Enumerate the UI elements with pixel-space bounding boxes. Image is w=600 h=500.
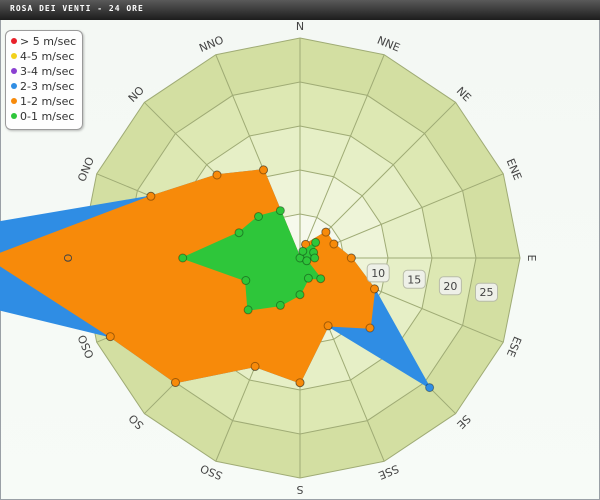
legend-marker [11, 53, 17, 59]
direction-label-S: S [296, 483, 303, 496]
data-point [298, 246, 308, 256]
data-point [329, 239, 339, 249]
legend: > 5 m/sec 4-5 m/sec 3-4 m/sec 2-3 m/sec … [5, 30, 83, 130]
data-point [310, 253, 320, 263]
data-point [275, 206, 285, 216]
legend-marker [11, 38, 17, 44]
radial-tick-label-15: 15 [407, 273, 421, 286]
legend-label: 1-2 m/sec [20, 95, 75, 108]
data-point [146, 191, 156, 201]
data-point [323, 321, 333, 331]
legend-item-4-5: 4-5 m/sec [11, 50, 74, 64]
legend-item-0-1: 0-1 m/sec [11, 110, 74, 124]
data-point [259, 165, 268, 175]
direction-label-SO: SO [126, 411, 146, 431]
direction-label-ENE: ENE [504, 157, 524, 182]
direction-label-NNE: NNE [375, 34, 402, 55]
radial-tick-label-10: 10 [371, 267, 385, 280]
legend-item-3-4: 3-4 m/sec [11, 65, 74, 79]
legend-label: 4-5 m/sec [20, 50, 75, 63]
direction-label-NE: NE [454, 84, 474, 104]
data-point [295, 378, 305, 388]
data-point [171, 378, 180, 387]
data-point [250, 361, 260, 371]
legend-item-1-2: 1-2 m/sec [11, 95, 74, 109]
data-point [425, 383, 435, 393]
direction-label-NO: NO [126, 84, 147, 105]
direction-label-O: O [62, 253, 75, 262]
direction-label-E: E [525, 255, 538, 262]
data-point [234, 228, 244, 238]
data-point [316, 274, 326, 284]
legend-marker [11, 83, 17, 89]
data-point [241, 276, 251, 285]
data-point [254, 212, 263, 221]
data-point [295, 290, 305, 300]
data-point [302, 256, 312, 266]
direction-label-SSE: SSE [376, 462, 400, 482]
direction-label-ONO: ONO [75, 155, 97, 184]
legend-marker [11, 68, 17, 74]
wind-rose-chart: N NNE NE ENE E ESE SE SSE S SSO SO OSO O ONO NO NNO 10 15… [0, 20, 538, 496]
radial-tick-label-25: 25 [480, 286, 494, 299]
data-point [212, 170, 222, 180]
legend-item-2-3: 2-3 m/sec [11, 80, 74, 94]
legend-label: 2-3 m/sec [20, 80, 75, 93]
legend-marker [11, 113, 17, 119]
data-point [370, 284, 379, 294]
radial-tick-label-20: 20 [443, 280, 457, 293]
direction-label-NNO: NNO [197, 33, 225, 55]
direction-label-ESE: ESE [504, 334, 524, 358]
direction-label-SSO: SSO [198, 461, 224, 482]
legend-label: 0-1 m/sec [20, 110, 75, 123]
data-point [321, 227, 331, 237]
data-point [303, 273, 313, 283]
data-point [243, 305, 253, 315]
data-point [311, 237, 321, 247]
data-point [105, 332, 115, 342]
legend-label: > 5 m/sec [20, 35, 77, 48]
legend-item-gt5: > 5 m/sec [11, 35, 76, 49]
data-point [178, 253, 188, 263]
direction-label-SE: SE [454, 412, 473, 431]
legend-marker [11, 98, 17, 104]
data-point [275, 300, 285, 310]
data-point [365, 323, 375, 333]
legend-label: 3-4 m/sec [20, 65, 75, 78]
data-point [346, 253, 356, 263]
direction-label-OSO: OSO [75, 333, 96, 361]
direction-label-N: N [296, 20, 304, 33]
